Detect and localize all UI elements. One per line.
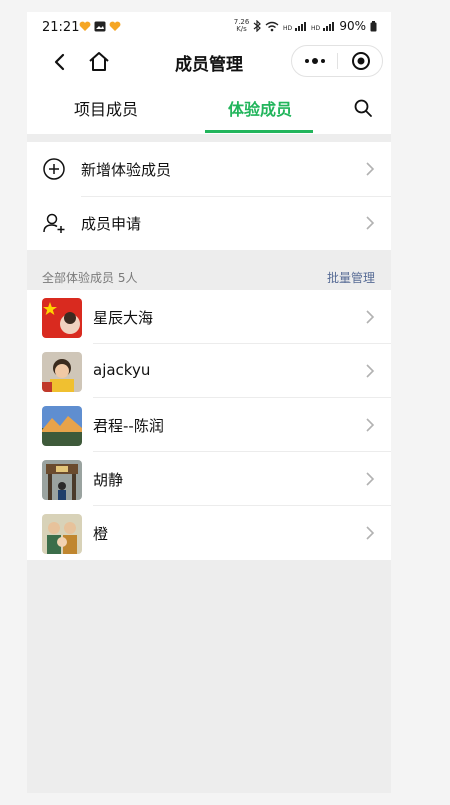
status-time: 21:21 xyxy=(42,20,80,35)
list-item[interactable]: 君程--陈润 xyxy=(27,398,391,452)
heart-app-icon xyxy=(79,21,91,31)
list-item[interactable]: ajackyu xyxy=(27,344,391,398)
member-count-label: 全部体验成员 5人 xyxy=(42,271,138,285)
batch-manage-link[interactable]: 批量管理 xyxy=(327,269,375,286)
battery-icon xyxy=(370,20,377,31)
plus-circle-icon xyxy=(43,158,65,180)
avatar xyxy=(42,352,82,392)
user-add-icon xyxy=(43,213,65,233)
image-icon xyxy=(94,21,106,32)
close-target-icon[interactable] xyxy=(351,51,371,71)
member-name: 君程--陈润 xyxy=(93,417,164,435)
member-name: 星辰大海 xyxy=(93,309,154,327)
heart-app-icon xyxy=(109,21,121,31)
member-name: ajackyu xyxy=(93,361,151,379)
battery-percent: 90% xyxy=(339,19,366,33)
network-speed: 7.26 K/s xyxy=(233,18,250,33)
status-right: 7.26 K/s HD HD 90% xyxy=(234,19,377,33)
list-item[interactable]: 橙 xyxy=(27,506,391,560)
tab-bar: 项目成员 体验成员 xyxy=(27,84,391,134)
member-name: 橙 xyxy=(93,525,109,543)
avatar xyxy=(42,298,82,338)
nav-bar: 成员管理 xyxy=(27,42,391,84)
more-options-icon[interactable] xyxy=(302,53,328,69)
avatar xyxy=(42,514,82,554)
avatar xyxy=(42,460,82,500)
status-bar: 21:21 7.26 K/s HD HD 90% xyxy=(27,12,391,42)
chevron-right-icon xyxy=(366,364,375,378)
hd-signal-icon: HD xyxy=(311,21,335,32)
section-header: 全部体验成员 5人 批量管理 xyxy=(27,262,391,290)
phone-screen: 21:21 7.26 K/s HD HD 90% 成员管理 项目成员 体验成员 … xyxy=(27,12,391,793)
mini-program-capsule xyxy=(291,45,383,77)
chevron-right-icon xyxy=(366,216,375,230)
list-item[interactable]: 胡静 xyxy=(27,452,391,506)
add-trial-member-label: 新增体验成员 xyxy=(81,161,172,179)
member-list: 星辰大海 ajackyu 君程--陈润 胡静 橙 xyxy=(27,290,391,560)
member-requests-row[interactable]: 成员申请 xyxy=(27,196,391,250)
member-requests-label: 成员申请 xyxy=(81,215,142,233)
member-name: 胡静 xyxy=(93,471,124,489)
wifi-icon xyxy=(265,21,279,31)
search-icon[interactable] xyxy=(353,98,373,118)
bluetooth-icon xyxy=(253,20,262,32)
svg-text:HD: HD xyxy=(283,25,293,32)
chevron-right-icon xyxy=(366,526,375,540)
tab-project-members[interactable]: 项目成员 xyxy=(74,96,138,120)
tab-trial-members[interactable]: 体验成员 xyxy=(228,96,292,120)
notification-icons xyxy=(79,21,121,32)
chevron-right-icon xyxy=(366,162,375,176)
capsule-divider xyxy=(337,53,338,69)
chevron-right-icon xyxy=(366,418,375,432)
add-trial-member-row[interactable]: 新增体验成员 xyxy=(27,142,391,196)
chevron-right-icon xyxy=(366,472,375,486)
hd-signal-icon: HD xyxy=(283,21,307,32)
avatar xyxy=(42,406,82,446)
list-item[interactable]: 星辰大海 xyxy=(27,290,391,344)
svg-text:HD: HD xyxy=(311,25,321,32)
chevron-right-icon xyxy=(366,310,375,324)
active-tab-indicator xyxy=(205,130,313,133)
action-list: 新增体验成员 成员申请 xyxy=(27,142,391,250)
